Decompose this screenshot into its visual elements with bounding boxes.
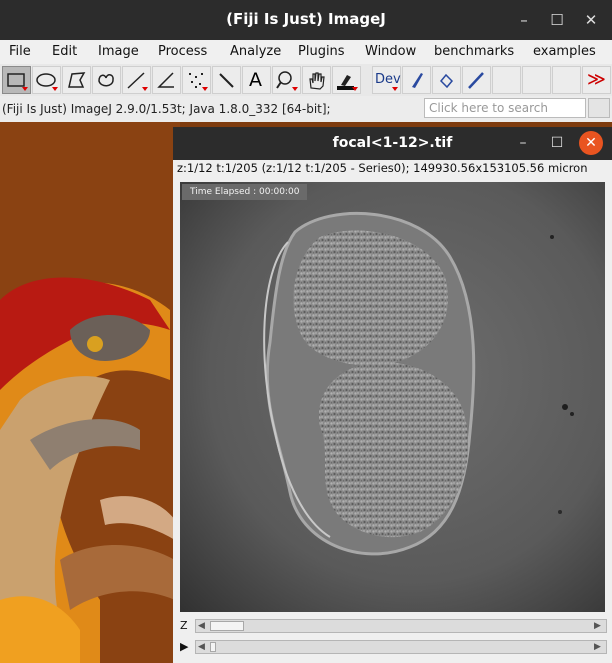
dev-tool[interactable]: Dev xyxy=(372,66,401,94)
image-window-titlebar[interactable]: focal<1-12>.tif – ☐ ✕ xyxy=(173,127,612,160)
menu-plugins[interactable]: Plugins xyxy=(298,44,345,59)
search-input[interactable] xyxy=(424,98,586,118)
t-slider-thumb[interactable] xyxy=(210,642,216,652)
pencil-icon xyxy=(468,72,484,89)
z-slider-label: Z xyxy=(180,619,188,632)
hand-tool[interactable] xyxy=(302,66,331,94)
brush-icon xyxy=(412,73,423,88)
main-window-titlebar[interactable]: (Fiji Is Just) ImageJ – ☐ ✕ xyxy=(0,0,612,40)
polygon-tool[interactable] xyxy=(62,66,91,94)
image-minimize-button[interactable]: – xyxy=(511,131,535,155)
minimize-button[interactable]: – xyxy=(512,8,536,32)
status-text: (Fiji Is Just) ImageJ 2.9.0/1.53t; Java … xyxy=(2,102,331,116)
polygon-icon xyxy=(68,72,86,88)
empty-tool-slot-3[interactable] xyxy=(552,66,581,94)
freehand-tool[interactable] xyxy=(92,66,121,94)
menu-benchmarks[interactable]: benchmarks xyxy=(434,44,514,59)
close-button[interactable]: ✕ xyxy=(579,8,603,32)
multipoint-tool[interactable] xyxy=(182,66,211,94)
double-arrow-right-icon: ≫ xyxy=(587,69,606,90)
toolbar: A Dev ≫ xyxy=(0,64,612,97)
empty-tool-slot-1[interactable] xyxy=(492,66,521,94)
color-picker-tool[interactable] xyxy=(332,66,361,94)
image-maximize-button[interactable]: ☐ xyxy=(545,131,569,155)
z-left-arrow-icon[interactable]: ◀ xyxy=(198,621,208,631)
image-canvas[interactable]: Time Elapsed : 00:00:00 xyxy=(180,182,605,612)
zoom-tool[interactable] xyxy=(272,66,301,94)
wand-icon xyxy=(219,73,234,88)
z-right-arrow-icon[interactable]: ▶ xyxy=(594,621,604,631)
rectangle-tool[interactable] xyxy=(2,66,31,94)
t-right-arrow-icon[interactable]: ▶ xyxy=(594,642,604,652)
menu-image[interactable]: Image xyxy=(98,44,139,59)
play-icon[interactable]: ▶ xyxy=(180,640,188,653)
status-bar: (Fiji Is Just) ImageJ 2.9.0/1.53t; Java … xyxy=(0,96,612,122)
more-tools-button[interactable]: ≫ xyxy=(582,66,611,94)
pencil-tool[interactable] xyxy=(462,66,491,94)
dev-icon: Dev xyxy=(375,72,401,87)
angle-tool[interactable] xyxy=(152,66,181,94)
t-slider-row: ▶ ◀ ▶ xyxy=(177,638,607,656)
menu-window[interactable]: Window xyxy=(365,44,416,59)
menu-examples[interactable]: examples xyxy=(533,44,596,59)
flood-fill-icon xyxy=(439,73,454,89)
t-left-arrow-icon[interactable]: ◀ xyxy=(198,642,208,652)
text-icon: A xyxy=(249,69,262,91)
image-window: focal<1-12>.tif – ☐ ✕ z:1/12 t:1/205 (z:… xyxy=(173,127,612,663)
angle-icon xyxy=(157,72,174,88)
oval-tool[interactable] xyxy=(32,66,61,94)
z-slider-thumb[interactable] xyxy=(210,621,244,631)
freehand-icon xyxy=(98,74,114,87)
t-slider[interactable]: ◀ ▶ xyxy=(195,640,607,654)
z-slider-row: Z ◀ ▶ xyxy=(177,617,607,635)
menu-process[interactable]: Process xyxy=(158,44,207,59)
empty-tool-slot-2[interactable] xyxy=(522,66,551,94)
menu-analyze[interactable]: Analyze xyxy=(230,44,281,59)
line-tool[interactable] xyxy=(122,66,151,94)
text-tool[interactable]: A xyxy=(242,66,271,94)
flood-fill-tool[interactable] xyxy=(432,66,461,94)
wand-tool[interactable] xyxy=(212,66,241,94)
hand-icon xyxy=(309,72,325,90)
image-info-line: z:1/12 t:1/205 (z:1/12 t:1/205 - Series0… xyxy=(177,161,588,175)
maximize-button[interactable]: ☐ xyxy=(545,8,569,32)
image-close-button[interactable]: ✕ xyxy=(579,131,603,155)
time-elapsed-overlay: Time Elapsed : 00:00:00 xyxy=(182,184,308,200)
menu-bar: File Edit Image Process Analyze Plugins … xyxy=(0,40,612,64)
brush-tool[interactable] xyxy=(402,66,431,94)
microscopy-embryo-image xyxy=(180,182,605,612)
menu-edit[interactable]: Edit xyxy=(52,44,77,59)
search-button[interactable] xyxy=(588,98,610,118)
menu-file[interactable]: File xyxy=(9,44,31,59)
z-slider[interactable]: ◀ ▶ xyxy=(195,619,607,633)
